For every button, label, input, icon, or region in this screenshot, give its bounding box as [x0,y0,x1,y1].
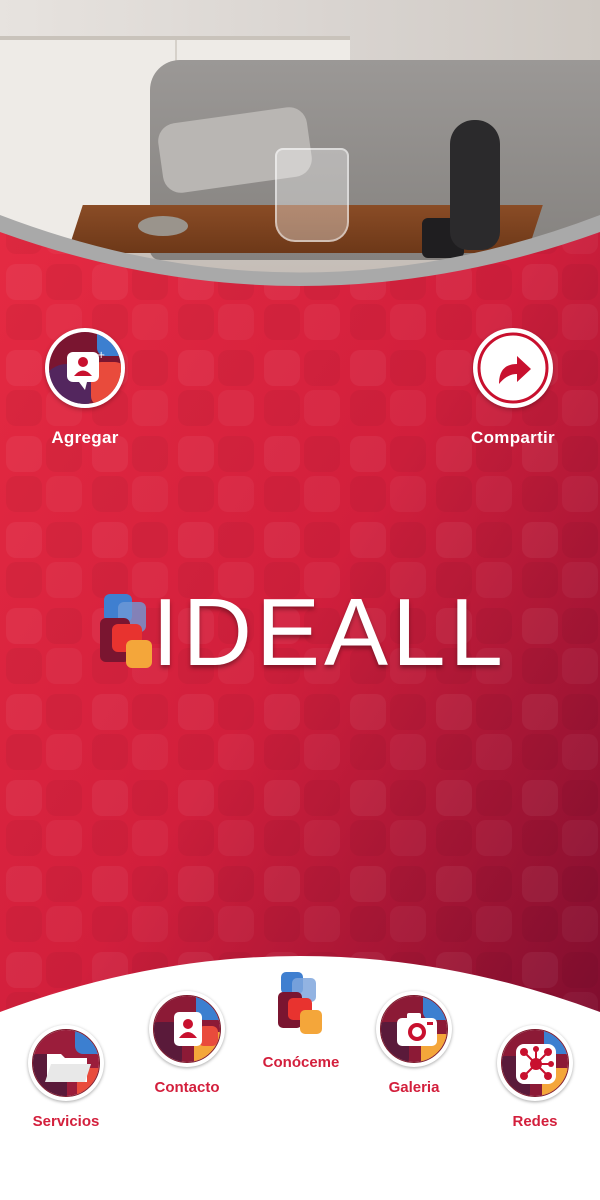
add-label: Agregar [51,428,119,447]
nav-conoceme-label: Conóceme [262,1054,340,1071]
contact-card-icon [153,995,221,1063]
nav-servicios-label: Servicios [32,1113,100,1130]
share-arrow-icon [477,332,549,404]
nav-redes-label: Redes [512,1113,558,1130]
ideall-logo-icon [278,972,322,1034]
share-label: Compartir [471,428,555,447]
folder-icon [32,1029,100,1097]
ideall-logo-icon [100,594,152,668]
brand-name: IDEALL [152,579,507,686]
network-icon [501,1029,569,1097]
nav-contacto-button[interactable] [149,991,225,1067]
add-contact-button[interactable]: + [45,328,125,408]
share-button[interactable] [473,328,553,408]
nav-contacto-label: Contacto [154,1079,220,1096]
add-contact-icon: + [49,332,121,404]
nav-redes-button[interactable] [497,1025,573,1101]
screen: + Agregar Compartir IDEALL Servicios Con… [0,0,600,1200]
nav-conoceme-button[interactable] [278,972,324,1038]
nav-galeria-button[interactable] [376,991,452,1067]
svg-text:+: + [97,350,105,361]
nav-servicios-button[interactable] [28,1025,104,1101]
nav-galeria-label: Galeria [388,1079,440,1096]
camera-icon [380,995,448,1063]
